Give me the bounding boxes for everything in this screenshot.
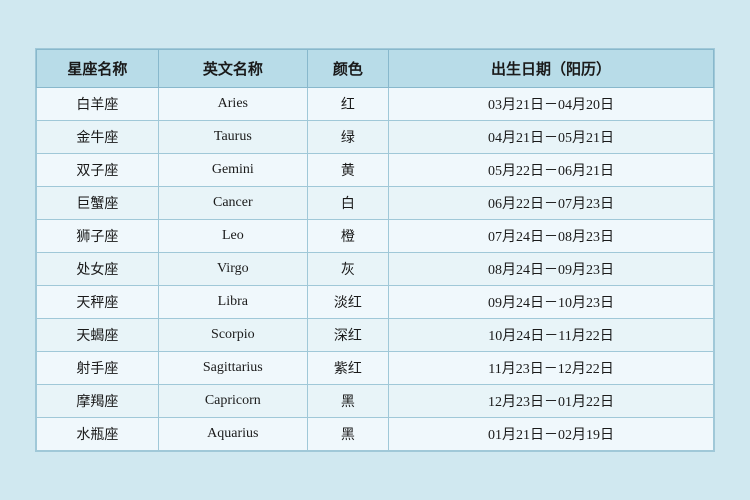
zodiac-table-container: 星座名称 英文名称 颜色 出生日期（阳历） 白羊座Aries红03月21日－04… xyxy=(35,48,715,452)
cell-color: 黑 xyxy=(307,418,388,451)
cell-date: 01月21日－02月19日 xyxy=(389,418,714,451)
table-row: 天秤座Libra淡红09月24日－10月23日 xyxy=(37,286,714,319)
cell-color: 灰 xyxy=(307,253,388,286)
cell-cn-name: 射手座 xyxy=(37,352,159,385)
cell-color: 黑 xyxy=(307,385,388,418)
cell-en-name: Cancer xyxy=(158,187,307,220)
cell-color: 白 xyxy=(307,187,388,220)
cell-en-name: Taurus xyxy=(158,121,307,154)
table-header-row: 星座名称 英文名称 颜色 出生日期（阳历） xyxy=(37,50,714,88)
table-row: 白羊座Aries红03月21日－04月20日 xyxy=(37,88,714,121)
cell-cn-name: 水瓶座 xyxy=(37,418,159,451)
cell-date: 10月24日－11月22日 xyxy=(389,319,714,352)
cell-color: 淡红 xyxy=(307,286,388,319)
table-row: 射手座Sagittarius紫红11月23日－12月22日 xyxy=(37,352,714,385)
cell-cn-name: 天蝎座 xyxy=(37,319,159,352)
cell-cn-name: 巨蟹座 xyxy=(37,187,159,220)
cell-en-name: Scorpio xyxy=(158,319,307,352)
cell-date: 04月21日－05月21日 xyxy=(389,121,714,154)
cell-en-name: Sagittarius xyxy=(158,352,307,385)
cell-en-name: Virgo xyxy=(158,253,307,286)
table-row: 水瓶座Aquarius黑01月21日－02月19日 xyxy=(37,418,714,451)
cell-en-name: Gemini xyxy=(158,154,307,187)
cell-date: 06月22日－07月23日 xyxy=(389,187,714,220)
cell-color: 绿 xyxy=(307,121,388,154)
cell-date: 07月24日－08月23日 xyxy=(389,220,714,253)
cell-date: 03月21日－04月20日 xyxy=(389,88,714,121)
cell-cn-name: 金牛座 xyxy=(37,121,159,154)
cell-color: 橙 xyxy=(307,220,388,253)
cell-cn-name: 天秤座 xyxy=(37,286,159,319)
cell-color: 深红 xyxy=(307,319,388,352)
cell-date: 09月24日－10月23日 xyxy=(389,286,714,319)
table-row: 狮子座Leo橙07月24日－08月23日 xyxy=(37,220,714,253)
table-row: 天蝎座Scorpio深红10月24日－11月22日 xyxy=(37,319,714,352)
table-row: 摩羯座Capricorn黑12月23日－01月22日 xyxy=(37,385,714,418)
cell-en-name: Aries xyxy=(158,88,307,121)
cell-en-name: Aquarius xyxy=(158,418,307,451)
table-row: 双子座Gemini黄05月22日－06月21日 xyxy=(37,154,714,187)
header-en-name: 英文名称 xyxy=(158,50,307,88)
cell-color: 紫红 xyxy=(307,352,388,385)
table-row: 巨蟹座Cancer白06月22日－07月23日 xyxy=(37,187,714,220)
cell-cn-name: 摩羯座 xyxy=(37,385,159,418)
zodiac-table: 星座名称 英文名称 颜色 出生日期（阳历） 白羊座Aries红03月21日－04… xyxy=(36,49,714,451)
cell-cn-name: 处女座 xyxy=(37,253,159,286)
cell-cn-name: 狮子座 xyxy=(37,220,159,253)
cell-date: 08月24日－09月23日 xyxy=(389,253,714,286)
table-row: 金牛座Taurus绿04月21日－05月21日 xyxy=(37,121,714,154)
cell-date: 11月23日－12月22日 xyxy=(389,352,714,385)
cell-en-name: Capricorn xyxy=(158,385,307,418)
cell-date: 05月22日－06月21日 xyxy=(389,154,714,187)
cell-color: 黄 xyxy=(307,154,388,187)
cell-en-name: Libra xyxy=(158,286,307,319)
table-row: 处女座Virgo灰08月24日－09月23日 xyxy=(37,253,714,286)
header-date: 出生日期（阳历） xyxy=(389,50,714,88)
cell-color: 红 xyxy=(307,88,388,121)
cell-cn-name: 双子座 xyxy=(37,154,159,187)
header-cn-name: 星座名称 xyxy=(37,50,159,88)
header-color: 颜色 xyxy=(307,50,388,88)
cell-en-name: Leo xyxy=(158,220,307,253)
cell-cn-name: 白羊座 xyxy=(37,88,159,121)
cell-date: 12月23日－01月22日 xyxy=(389,385,714,418)
